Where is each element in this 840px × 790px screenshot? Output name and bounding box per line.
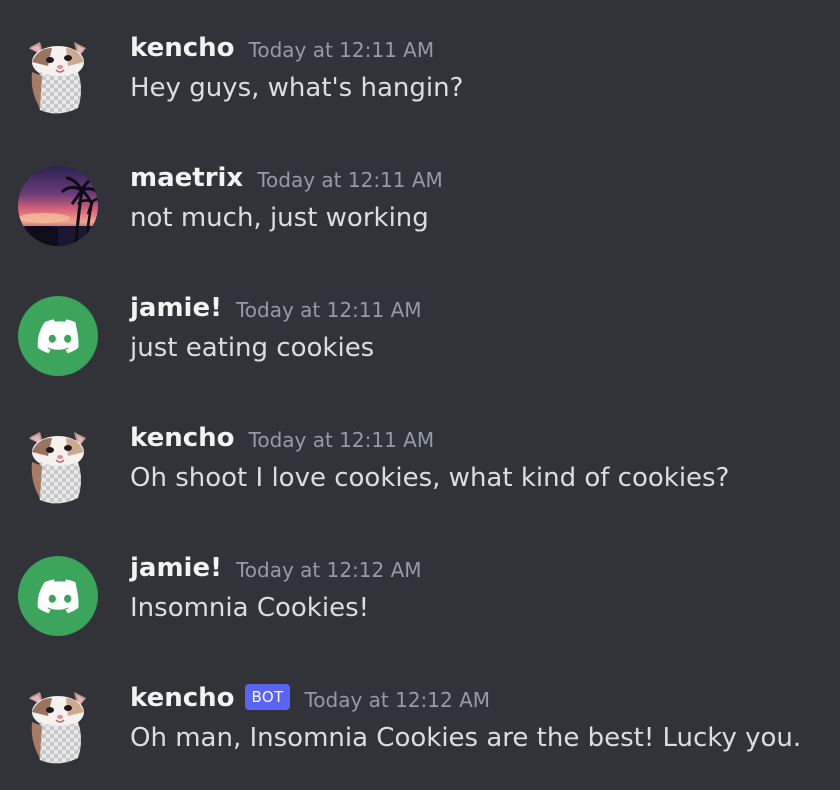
message: jamie! Today at 12:11 AM just eating coo… [0,290,840,400]
bot-tag: BOT [244,684,291,710]
message: jamie! Today at 12:12 AM Insomnia Cookie… [0,550,840,660]
message: kencho Today at 12:11 AM Hey guys, what'… [0,30,840,140]
timestamp: Today at 12:11 AM [248,428,435,452]
message-header: jamie! Today at 12:11 AM [130,290,422,326]
username[interactable]: kencho [130,423,235,453]
message-content: Oh shoot I love cookies, what kind of co… [130,463,730,493]
message-header: kencho Today at 12:11 AM [130,420,434,456]
timestamp: Today at 12:12 AM [304,688,491,712]
palm-sunset-avatar[interactable] [18,166,98,246]
message-content: Hey guys, what's hangin? [130,73,464,103]
message-list: kencho Today at 12:11 AM Hey guys, what'… [0,0,840,780]
timestamp: Today at 12:11 AM [257,168,443,192]
message-content: Insomnia Cookies! [130,593,370,623]
message: kencho BOT Today at 12:12 AM Oh man, Ins… [0,680,840,790]
hamster-avatar[interactable] [18,426,98,506]
message-content: not much, just working [130,203,429,233]
message: maetrix Today at 12:11 AM not much, just… [0,160,840,270]
discord-logo-avatar[interactable] [18,296,98,376]
message-content: just eating cookies [130,333,375,363]
message-header: kencho Today at 12:11 AM [130,30,434,66]
message-header: jamie! Today at 12:12 AM [130,550,422,586]
username[interactable]: jamie! [130,553,222,583]
message-header: maetrix Today at 12:11 AM [130,160,443,196]
message: kencho Today at 12:11 AM Oh shoot I love… [0,420,840,530]
hamster-avatar[interactable] [18,686,98,766]
username[interactable]: kencho [130,33,235,63]
timestamp: Today at 12:11 AM [248,38,435,62]
timestamp: Today at 12:12 AM [235,558,422,582]
username[interactable]: kencho [130,683,235,713]
hamster-avatar[interactable] [18,36,98,116]
timestamp: Today at 12:11 AM [235,298,422,322]
username[interactable]: jamie! [130,293,222,323]
message-header: kencho BOT Today at 12:12 AM [130,680,490,716]
discord-logo-avatar[interactable] [18,556,98,636]
message-content: Oh man, Insomnia Cookies are the best! L… [130,723,802,753]
username[interactable]: maetrix [130,163,243,193]
